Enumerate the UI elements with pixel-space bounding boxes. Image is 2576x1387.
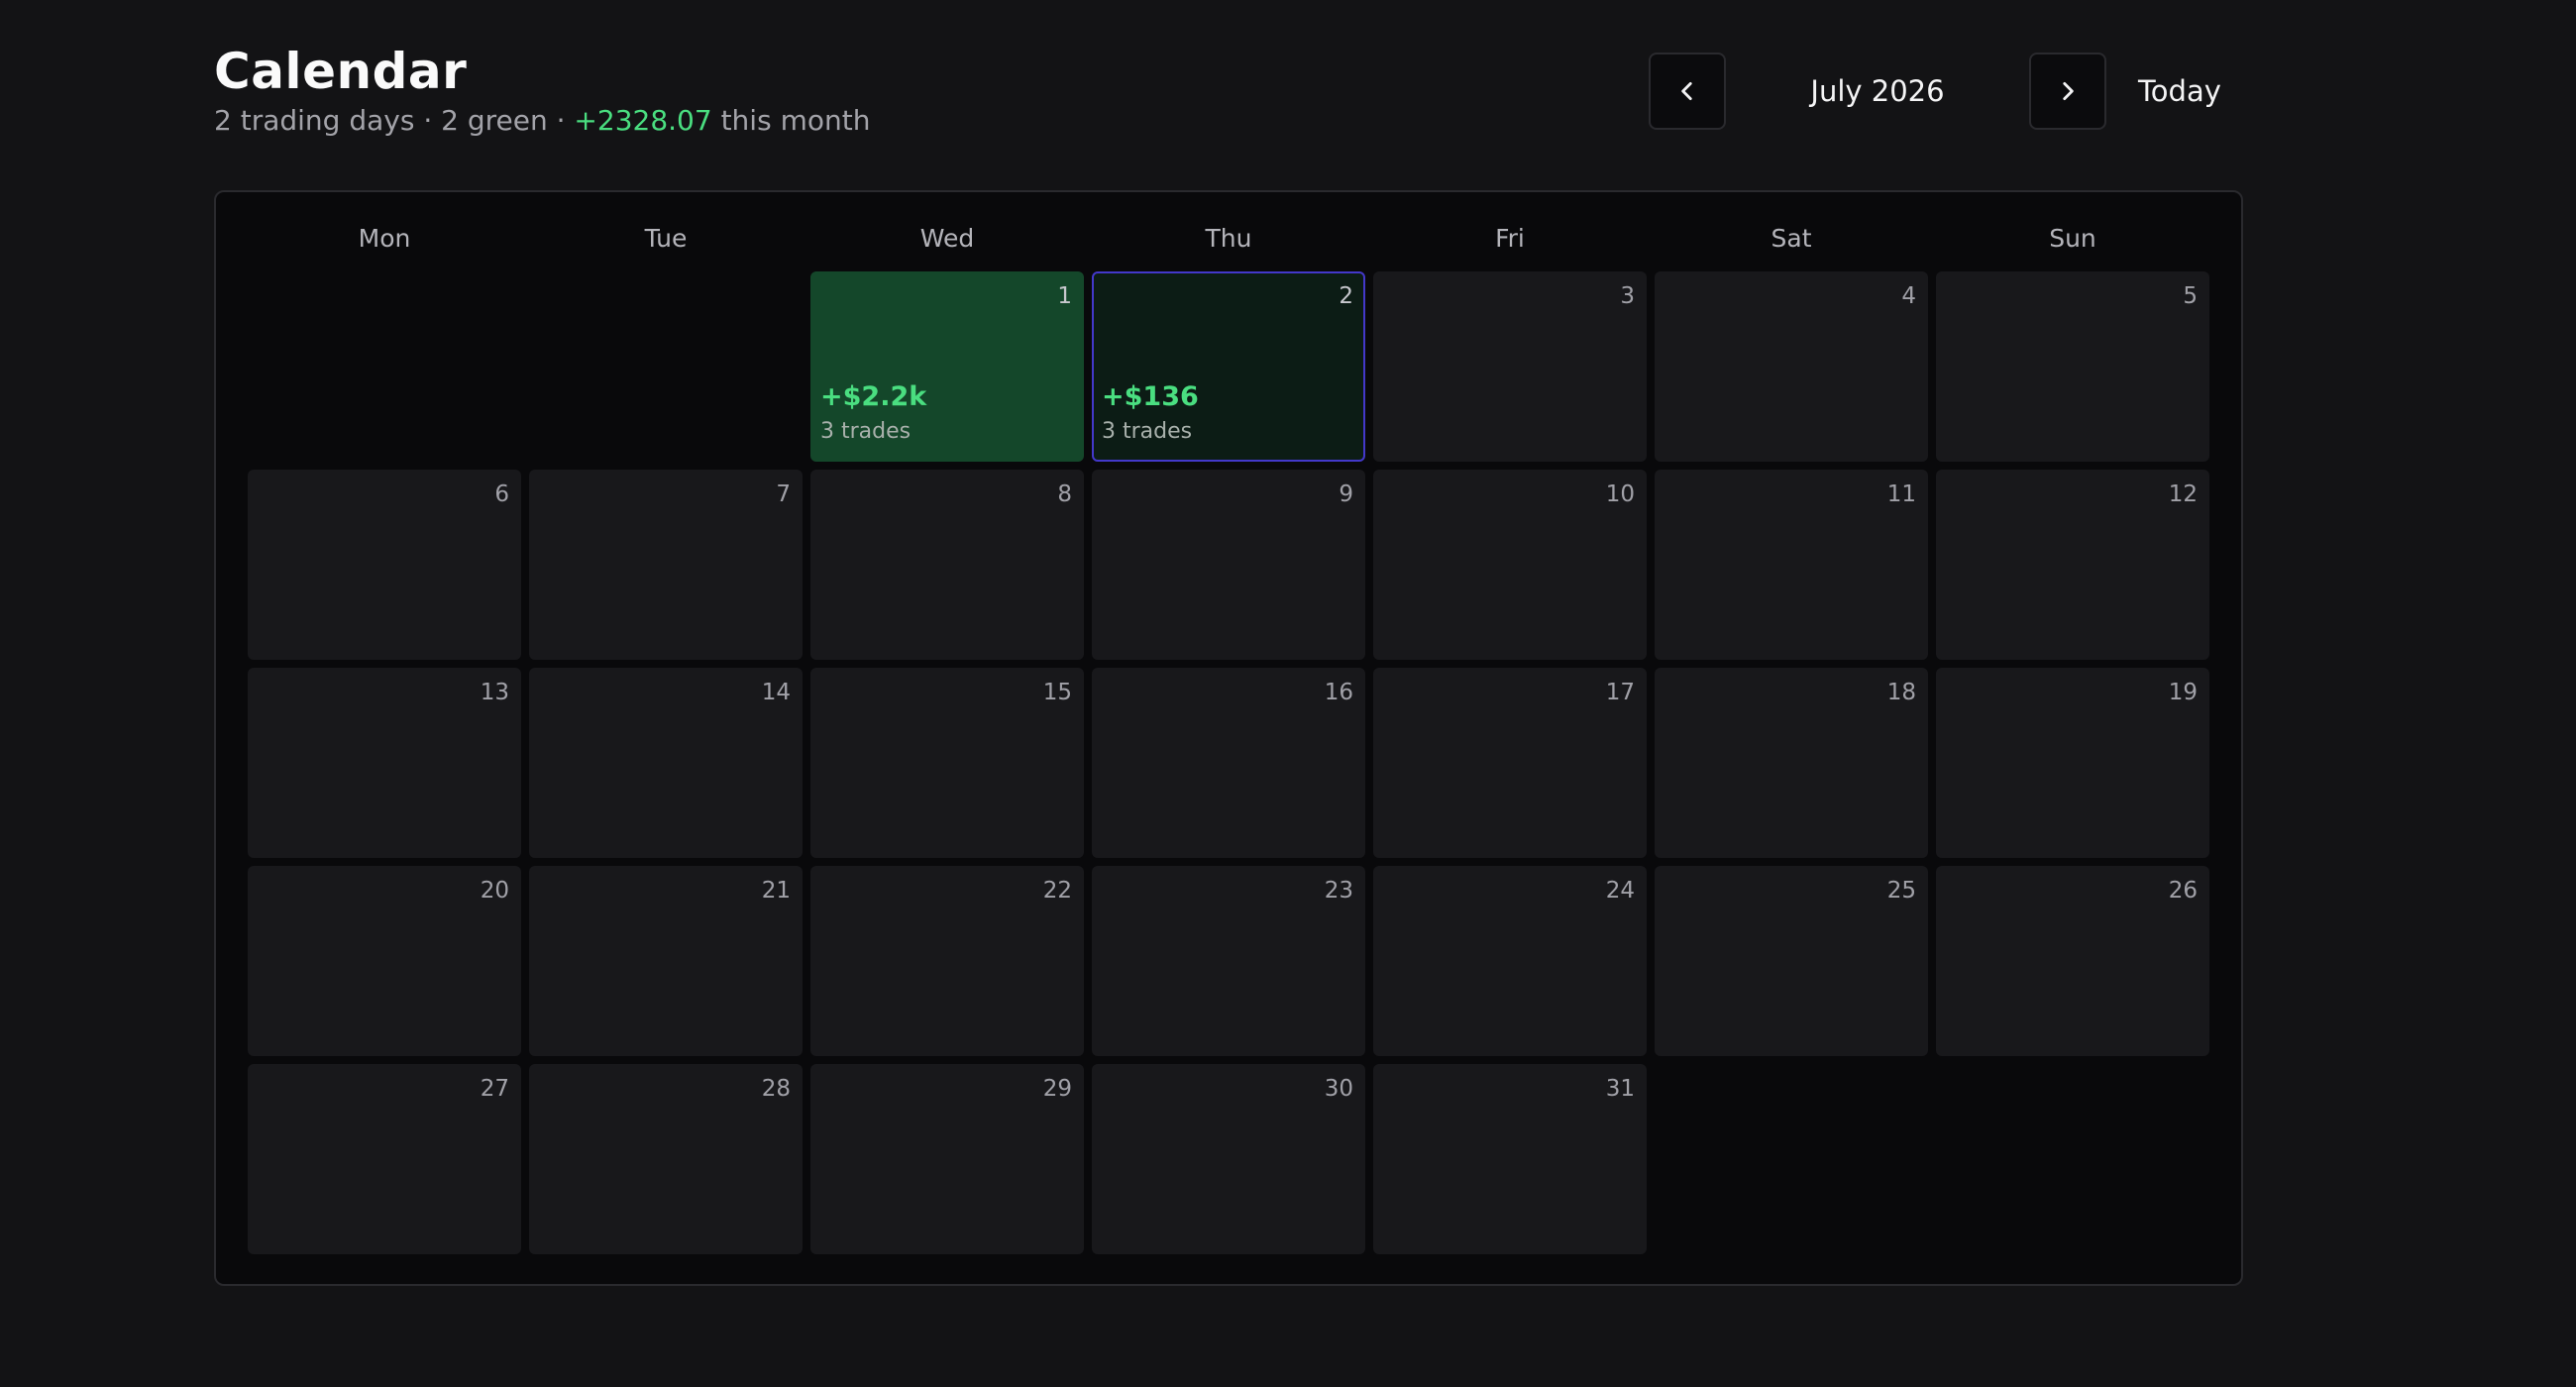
day-number: 13	[480, 680, 509, 705]
weekday-label: Fri	[1495, 224, 1525, 253]
day-number: 2	[1339, 283, 1353, 309]
summary-suffix: this month	[711, 104, 871, 137]
day-number: 8	[1057, 481, 1072, 507]
calendar-day-cell[interactable]: 18	[1655, 668, 1928, 858]
chevron-left-icon	[1681, 82, 1692, 100]
calendar-blank-cell	[1655, 1064, 1928, 1254]
calendar-day-cell[interactable]: 2 +$136 3 trades	[1092, 271, 1365, 462]
calendar-day-cell[interactable]: 13	[248, 668, 521, 858]
calendar-day-cell[interactable]: 8	[810, 470, 1084, 660]
weekday-label: Wed	[919, 224, 975, 253]
calendar-day-cell[interactable]: 16	[1092, 668, 1365, 858]
weekday-label: Sat	[1771, 224, 1812, 253]
day-trade-count: 3 trades	[820, 419, 912, 444]
chevron-right-icon	[2063, 82, 2074, 100]
day-number: 5	[2183, 283, 2198, 309]
day-number: 3	[1620, 283, 1635, 309]
day-number: 21	[761, 878, 791, 904]
calendar-day-cell[interactable]: 26	[1936, 866, 2209, 1056]
page-header: Calendar 2 trading days · 2 green · +232…	[214, 40, 2243, 149]
weekday-label: Thu	[1205, 224, 1252, 253]
day-number: 4	[1901, 283, 1916, 309]
calendar-day-cell[interactable]: 12	[1936, 470, 2209, 660]
day-number: 14	[761, 680, 791, 705]
day-number: 25	[1886, 878, 1916, 904]
day-number: 12	[2168, 481, 2198, 507]
weekday-label: Sun	[2049, 224, 2096, 253]
calendar-day-cell[interactable]: 5	[1936, 271, 2209, 462]
calendar-day-cell[interactable]: 25	[1655, 866, 1928, 1056]
calendar-day-cell[interactable]: 7	[529, 470, 803, 660]
day-number: 1	[1057, 283, 1072, 309]
summary-pnl: +2328.07	[574, 104, 712, 137]
day-number: 29	[1042, 1076, 1072, 1102]
day-number: 18	[1886, 680, 1916, 705]
day-number: 6	[494, 481, 509, 507]
day-number: 9	[1339, 481, 1353, 507]
today-button[interactable]: Today	[2138, 74, 2221, 108]
summary-prefix: 2 trading days · 2 green ·	[214, 104, 575, 137]
day-number: 11	[1886, 481, 1916, 507]
day-number: 24	[1605, 878, 1635, 904]
weekday-header-row: Mon Tue Wed Thu Fri Sat Sun	[248, 222, 2211, 256]
calendar-day-cell[interactable]: 14	[529, 668, 803, 858]
day-number: 31	[1605, 1076, 1635, 1102]
calendar-day-cell[interactable]: 15	[810, 668, 1084, 858]
calendar-day-cell[interactable]: 17	[1373, 668, 1647, 858]
calendar-day-cell[interactable]: 19	[1936, 668, 2209, 858]
day-number: 22	[1042, 878, 1072, 904]
day-number: 15	[1042, 680, 1072, 705]
calendar-day-cell[interactable]: 10	[1373, 470, 1647, 660]
calendar-blank-cell	[1936, 1064, 2209, 1254]
calendar-day-cell[interactable]: 21	[529, 866, 803, 1056]
calendar-day-cell[interactable]: 27	[248, 1064, 521, 1254]
calendar-day-cell[interactable]: 9	[1092, 470, 1365, 660]
day-number: 7	[776, 481, 791, 507]
calendar-day-cell[interactable]: 22	[810, 866, 1084, 1056]
calendar-day-cell[interactable]: 1 +$2.2k 3 trades	[810, 271, 1084, 462]
weekday-label: Mon	[358, 224, 411, 253]
day-number: 28	[761, 1076, 791, 1102]
calendar-day-cell[interactable]: 23	[1092, 866, 1365, 1056]
page-title: Calendar	[214, 43, 468, 100]
day-grid: 1 +$2.2k 3 trades 2 +$136 3 trades 3 4 5 6 7 8 9 10 11…	[248, 271, 2209, 1254]
day-number: 26	[2168, 878, 2198, 904]
calendar-day-cell[interactable]: 24	[1373, 866, 1647, 1056]
day-number: 19	[2168, 680, 2198, 705]
current-month-label: July 2026	[1810, 74, 1945, 108]
day-number: 23	[1324, 878, 1353, 904]
previous-month-button[interactable]	[1649, 53, 1726, 130]
calendar-blank-cell	[529, 271, 803, 462]
month-navigation: July 2026 Today	[1649, 52, 2221, 131]
calendar-day-cell[interactable]: 11	[1655, 470, 1928, 660]
calendar-day-cell[interactable]: 28	[529, 1064, 803, 1254]
day-number: 16	[1324, 680, 1353, 705]
calendar-page: Calendar 2 trading days · 2 green · +232…	[214, 40, 2243, 1286]
next-month-button[interactable]	[2029, 53, 2106, 130]
day-number: 20	[480, 878, 509, 904]
calendar-day-cell[interactable]: 30	[1092, 1064, 1365, 1254]
day-number: 27	[480, 1076, 509, 1102]
calendar-day-cell[interactable]: 29	[810, 1064, 1084, 1254]
day-pnl: +$2.2k	[820, 381, 927, 412]
calendar-day-cell[interactable]: 20	[248, 866, 521, 1056]
day-pnl: +$136	[1102, 381, 1199, 412]
day-trade-count: 3 trades	[1102, 419, 1193, 444]
day-number: 10	[1605, 481, 1635, 507]
weekday-label: Tue	[644, 224, 688, 253]
calendar-blank-cell	[248, 271, 521, 462]
day-number: 30	[1324, 1076, 1353, 1102]
calendar-day-cell[interactable]: 3	[1373, 271, 1647, 462]
calendar-day-cell[interactable]: 31	[1373, 1064, 1647, 1254]
month-summary: 2 trading days · 2 green · +2328.07 this…	[214, 101, 870, 141]
calendar-day-cell[interactable]: 4	[1655, 271, 1928, 462]
day-number: 17	[1605, 680, 1635, 705]
calendar-day-cell[interactable]: 6	[248, 470, 521, 660]
calendar-grid-panel: Mon Tue Wed Thu Fri Sat Sun 1 +$2.2k 3 tra…	[214, 190, 2243, 1286]
